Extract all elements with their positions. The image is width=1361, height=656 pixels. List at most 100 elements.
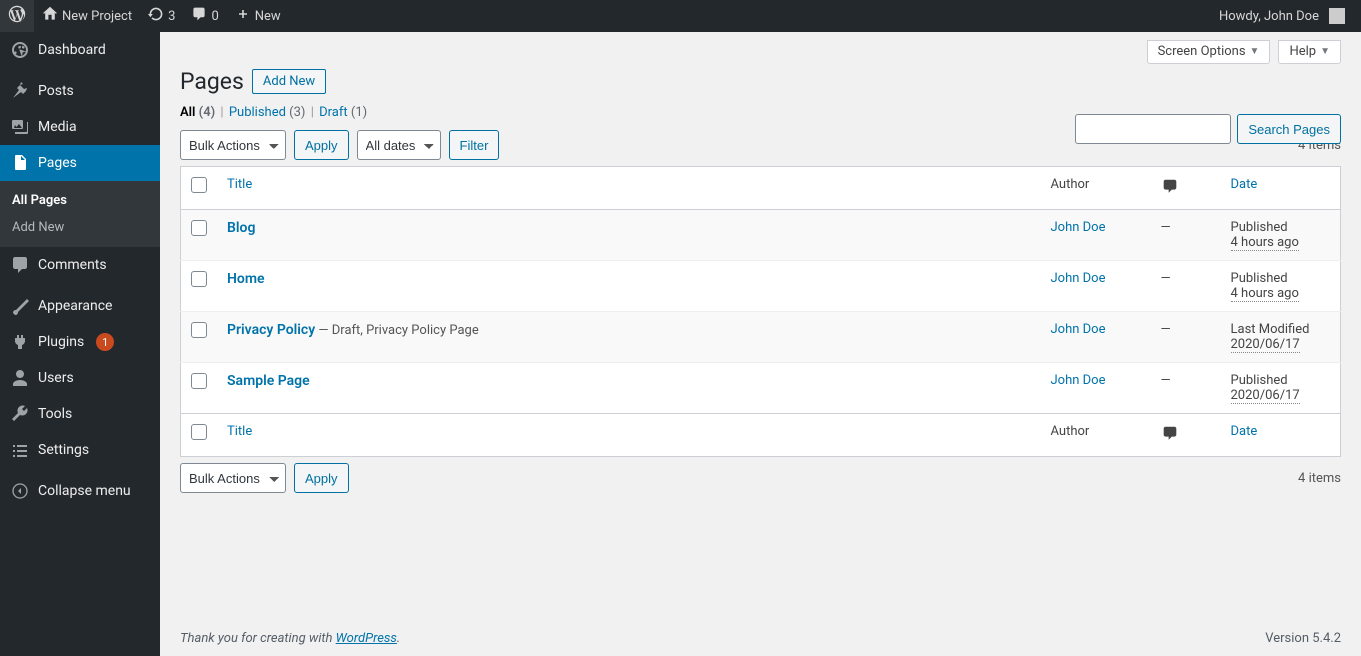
menu-plugins-label: Plugins — [38, 334, 84, 350]
submenu-all-pages[interactable]: All Pages — [0, 187, 160, 214]
comment-icon — [191, 6, 207, 26]
row-title-link[interactable]: Home — [227, 271, 265, 287]
row-comments: — — [1161, 322, 1171, 337]
updates-menu[interactable]: 3 — [140, 0, 183, 32]
row-date-status: Last Modified — [1231, 322, 1310, 337]
avatar — [1329, 8, 1345, 24]
menu-appearance[interactable]: Appearance — [0, 288, 160, 324]
table-row: Sample PageJohn Doe—Published2020/06/17 — [181, 363, 1341, 414]
col-date-foot[interactable]: Date — [1231, 424, 1258, 439]
comments-count: 0 — [211, 9, 218, 24]
filter-all[interactable]: All (4) — [180, 105, 215, 120]
comment-bubble-icon — [1161, 177, 1179, 199]
row-title-link[interactable]: Blog — [227, 220, 255, 236]
filter-button[interactable]: Filter — [449, 130, 500, 160]
menu-plugins[interactable]: Plugins 1 — [0, 324, 160, 360]
menu-posts[interactable]: Posts — [0, 73, 160, 109]
search-button[interactable]: Search Pages — [1237, 114, 1341, 144]
help-label: Help — [1289, 44, 1316, 59]
bulk-actions-select-top[interactable]: Bulk Actions — [180, 130, 286, 160]
page-title: Pages — [180, 68, 244, 95]
row-checkbox[interactable] — [191, 220, 207, 236]
row-author-link[interactable]: John Doe — [1051, 373, 1106, 388]
help-button[interactable]: Help ▼ — [1278, 40, 1341, 64]
row-author-link[interactable]: John Doe — [1051, 322, 1106, 337]
row-checkbox[interactable] — [191, 373, 207, 389]
media-icon — [10, 117, 30, 137]
admin-menu: Dashboard Posts Media Pages All Pages Ad… — [0, 32, 160, 656]
comment-bubble-icon — [1161, 424, 1179, 446]
update-icon — [148, 6, 164, 26]
triangle-down-icon: ▼ — [1250, 46, 1260, 57]
post-state: — Draft, Privacy Policy Page — [315, 323, 479, 338]
row-author-link[interactable]: John Doe — [1051, 271, 1106, 286]
apply-button-top[interactable]: Apply — [294, 130, 349, 160]
screen-options-button[interactable]: Screen Options ▼ — [1147, 40, 1271, 64]
row-date-value: 2020/06/17 — [1231, 337, 1300, 353]
select-all-top[interactable] — [191, 177, 207, 193]
collapse-icon — [10, 481, 30, 501]
filter-draft[interactable]: Draft (1) — [319, 105, 367, 120]
col-date[interactable]: Date — [1231, 177, 1258, 192]
updates-count: 3 — [168, 9, 175, 24]
footer-wordpress-link[interactable]: WordPress — [336, 631, 397, 646]
menu-dashboard-label: Dashboard — [38, 42, 106, 58]
filter-published[interactable]: Published (3) — [229, 105, 306, 120]
menu-pages-label: Pages — [38, 155, 77, 171]
table-row: BlogJohn Doe—Published4 hours ago — [181, 210, 1341, 261]
site-name-menu[interactable]: New Project — [34, 0, 140, 32]
bulk-actions-select-bottom[interactable]: Bulk Actions — [180, 463, 286, 493]
row-date-status: Published — [1231, 373, 1288, 388]
comments-menu[interactable]: 0 — [183, 0, 226, 32]
menu-posts-label: Posts — [38, 83, 74, 99]
wp-logo-menu[interactable] — [0, 0, 34, 32]
add-new-button[interactable]: Add New — [252, 69, 326, 94]
settings-icon — [10, 440, 30, 460]
menu-tools-label: Tools — [38, 406, 72, 422]
row-date-value: 2020/06/17 — [1231, 388, 1300, 404]
row-checkbox[interactable] — [191, 322, 207, 338]
dashboard-icon — [10, 40, 30, 60]
wordpress-icon — [8, 5, 26, 27]
row-title-link[interactable]: Sample Page — [227, 373, 310, 389]
row-author-link[interactable]: John Doe — [1051, 220, 1106, 235]
menu-settings[interactable]: Settings — [0, 432, 160, 468]
menu-comments-label: Comments — [38, 257, 107, 273]
dates-filter-select[interactable]: All dates — [357, 130, 441, 160]
howdy-label: Howdy, John Doe — [1219, 9, 1319, 24]
home-icon — [42, 6, 58, 26]
menu-media-label: Media — [38, 119, 77, 135]
user-icon — [10, 368, 30, 388]
comments-icon — [10, 255, 30, 275]
menu-dashboard[interactable]: Dashboard — [0, 32, 160, 68]
apply-button-bottom[interactable]: Apply — [294, 463, 349, 493]
menu-comments[interactable]: Comments — [0, 247, 160, 283]
select-all-bottom[interactable] — [191, 424, 207, 440]
table-row: Privacy Policy — Draft, Privacy Policy P… — [181, 312, 1341, 363]
submenu-add-new[interactable]: Add New — [0, 214, 160, 241]
col-title-foot[interactable]: Title — [227, 424, 252, 439]
plugin-update-count: 1 — [96, 333, 114, 351]
menu-users[interactable]: Users — [0, 360, 160, 396]
row-date-status: Published — [1231, 220, 1288, 235]
menu-media[interactable]: Media — [0, 109, 160, 145]
menu-collapse[interactable]: Collapse menu — [0, 473, 160, 509]
new-label: New — [255, 9, 281, 24]
row-date-status: Published — [1231, 271, 1288, 286]
row-checkbox[interactable] — [191, 271, 207, 287]
menu-users-label: Users — [38, 370, 74, 386]
menu-tools[interactable]: Tools — [0, 396, 160, 432]
menu-pages[interactable]: Pages — [0, 145, 160, 181]
row-title-link[interactable]: Privacy Policy — [227, 322, 315, 338]
pin-icon — [10, 81, 30, 101]
search-input[interactable] — [1075, 114, 1231, 144]
admin-bar: New Project 3 0 New Howdy, John Doe — [0, 0, 1361, 32]
submenu-pages: All Pages Add New — [0, 181, 160, 247]
items-count-bottom: 4 items — [1298, 471, 1341, 486]
col-title[interactable]: Title — [227, 177, 252, 192]
screen-options-label: Screen Options — [1158, 44, 1246, 59]
footer-thanks: Thank you for creating with — [180, 631, 336, 646]
new-content-menu[interactable]: New — [227, 0, 289, 32]
my-account-menu[interactable]: Howdy, John Doe — [1211, 0, 1353, 32]
pages-table: Title Author Date BlogJohn Doe—Published… — [180, 166, 1341, 457]
